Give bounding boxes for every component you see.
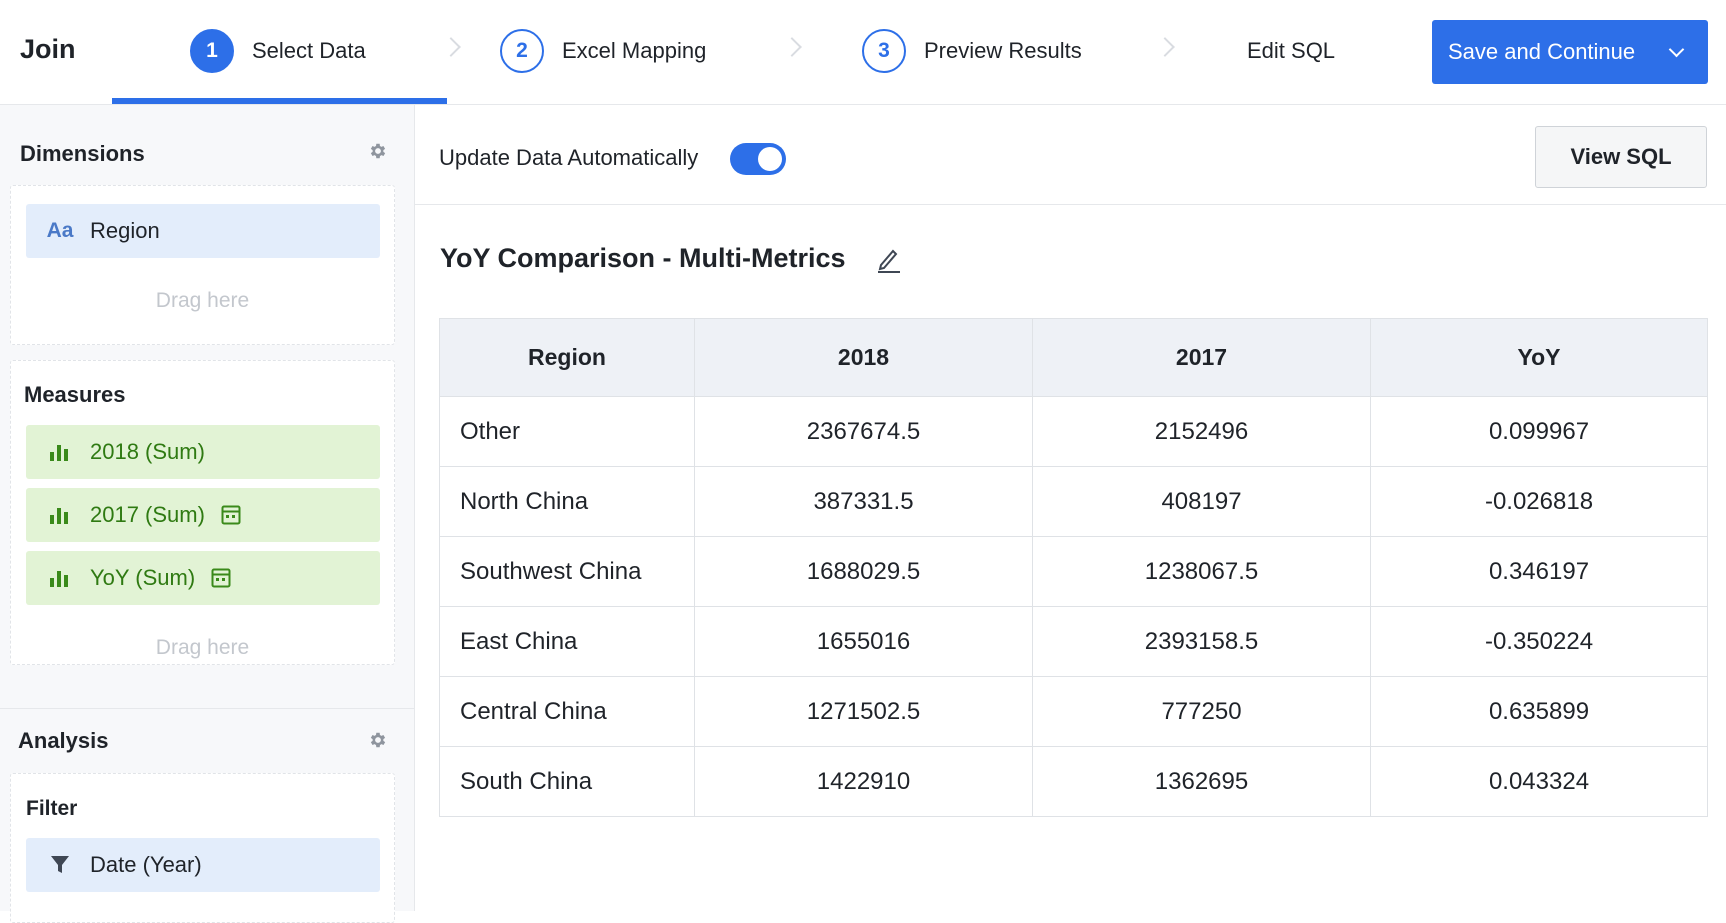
value-cell: 1688029.5: [694, 536, 1033, 607]
filter-field-date-year[interactable]: Date (Year): [26, 838, 380, 892]
region-cell: Southwest China: [439, 536, 695, 607]
step-number-badge: 2: [500, 29, 544, 73]
section-divider: [0, 708, 414, 709]
value-cell: 0.099967: [1370, 396, 1708, 467]
value-cell: 408197: [1032, 466, 1371, 537]
value-cell: 2367674.5: [694, 396, 1033, 467]
bar-chart-icon: [44, 442, 76, 462]
value-cell: 1655016: [694, 606, 1033, 677]
calculated-field-icon: [221, 505, 241, 525]
value-cell: -0.026818: [1370, 466, 1708, 537]
region-cell: Central China: [439, 676, 695, 747]
measures-title: Measures: [24, 382, 126, 407]
step-preview-results[interactable]: 3 Preview Results: [862, 26, 1082, 76]
main-toolbar: Update Data Automatically: [415, 105, 1726, 205]
value-cell: 0.346197: [1370, 536, 1708, 607]
table-row: South China 1422910 1362695 0.043324: [439, 746, 1708, 817]
dimension-field-region[interactable]: Aa Region: [26, 204, 380, 258]
gear-icon[interactable]: [368, 730, 388, 750]
view-sql-button[interactable]: View SQL: [1535, 126, 1707, 188]
field-label: Date (Year): [90, 852, 202, 877]
step-label: Preview Results: [924, 38, 1082, 63]
column-header[interactable]: 2017: [1032, 318, 1371, 397]
value-cell: 1422910: [694, 746, 1033, 817]
data-table: Region 2018 2017 YoY Other 2367674.5 215…: [439, 318, 1708, 817]
value-cell: 777250: [1032, 676, 1371, 747]
value-cell: 2393158.5: [1032, 606, 1371, 677]
active-step-indicator: [112, 98, 447, 104]
value-cell: 1238067.5: [1032, 536, 1371, 607]
step-label: Edit SQL: [1247, 38, 1336, 63]
value-cell: -0.350224: [1370, 606, 1708, 677]
step-number-badge: 1: [190, 29, 234, 73]
edit-icon[interactable]: [876, 246, 902, 274]
field-label: 2018 (Sum): [90, 439, 205, 464]
step-select-data[interactable]: 1 Select Data: [190, 26, 366, 76]
auto-update-toggle[interactable]: [730, 143, 786, 175]
region-cell: Other: [439, 396, 695, 467]
measure-field-2018[interactable]: 2018 (Sum): [26, 425, 380, 479]
measure-field-2017[interactable]: 2017 (Sum): [26, 488, 380, 542]
region-cell: East China: [439, 606, 695, 677]
value-cell: 387331.5: [694, 466, 1033, 537]
value-cell: 0.635899: [1370, 676, 1708, 747]
drag-here-hint: Drag here: [155, 289, 250, 312]
table-header-row: Region 2018 2017 YoY: [439, 318, 1708, 397]
text-type-icon: Aa: [46, 219, 74, 242]
toggle-knob: [758, 147, 782, 171]
filter-icon: [44, 854, 76, 876]
step-number-badge: 3: [862, 29, 906, 73]
value-cell: 0.043324: [1370, 746, 1708, 817]
region-cell: North China: [439, 466, 695, 537]
bar-chart-icon: [44, 568, 76, 588]
drag-here-hint: Drag here: [155, 636, 250, 659]
chevron-down-icon[interactable]: [1668, 41, 1685, 58]
auto-update-label: Update Data Automatically: [439, 145, 699, 170]
step-label: Select Data: [252, 38, 366, 63]
value-cell: 1362695: [1032, 746, 1371, 817]
page-title: Join: [20, 34, 76, 64]
save-and-continue-button[interactable]: Save and Continue: [1432, 20, 1708, 84]
bar-chart-icon: [44, 505, 76, 525]
table-row: Southwest China 1688029.5 1238067.5 0.34…: [439, 536, 1708, 607]
filter-title: Filter: [26, 797, 78, 820]
gear-icon[interactable]: [368, 141, 388, 161]
step-label: Excel Mapping: [562, 38, 707, 63]
analysis-title: Analysis: [18, 728, 109, 753]
field-label: YoY (Sum): [90, 565, 196, 590]
calculated-field-icon: [211, 568, 231, 588]
column-header[interactable]: YoY: [1370, 318, 1708, 397]
table-row: Central China 1271502.5 777250 0.635899: [439, 676, 1708, 747]
region-cell: South China: [439, 746, 695, 817]
value-cell: 2152496: [1032, 396, 1371, 467]
column-header[interactable]: 2018: [694, 318, 1033, 397]
table-row: North China 387331.5 408197 -0.026818: [439, 466, 1708, 537]
save-button-label: Save and Continue: [1448, 39, 1636, 64]
field-label: 2017 (Sum): [90, 502, 205, 527]
top-bar: Join 1 Select Data 2 Excel Mapping 3 Pre…: [0, 0, 1726, 105]
value-cell: 1271502.5: [694, 676, 1033, 747]
chevron-right-icon: [782, 37, 802, 57]
chevron-right-icon: [441, 37, 461, 57]
step-edit-sql[interactable]: Edit SQL: [1247, 26, 1335, 76]
dimensions-title: Dimensions: [20, 141, 145, 166]
step-excel-mapping[interactable]: 2 Excel Mapping: [500, 26, 706, 76]
table-row: East China 1655016 2393158.5 -0.350224: [439, 606, 1708, 677]
field-label: Region: [90, 218, 160, 243]
column-header[interactable]: Region: [439, 318, 695, 397]
table-row: Other 2367674.5 2152496 0.099967: [439, 396, 1708, 467]
chart-title: YoY Comparison - Multi-Metrics: [440, 243, 846, 273]
measure-field-yoy[interactable]: YoY (Sum): [26, 551, 380, 605]
chevron-right-icon: [1155, 37, 1175, 57]
field-sidebar: Dimensions Aa Region Drag here Measures …: [0, 105, 415, 923]
